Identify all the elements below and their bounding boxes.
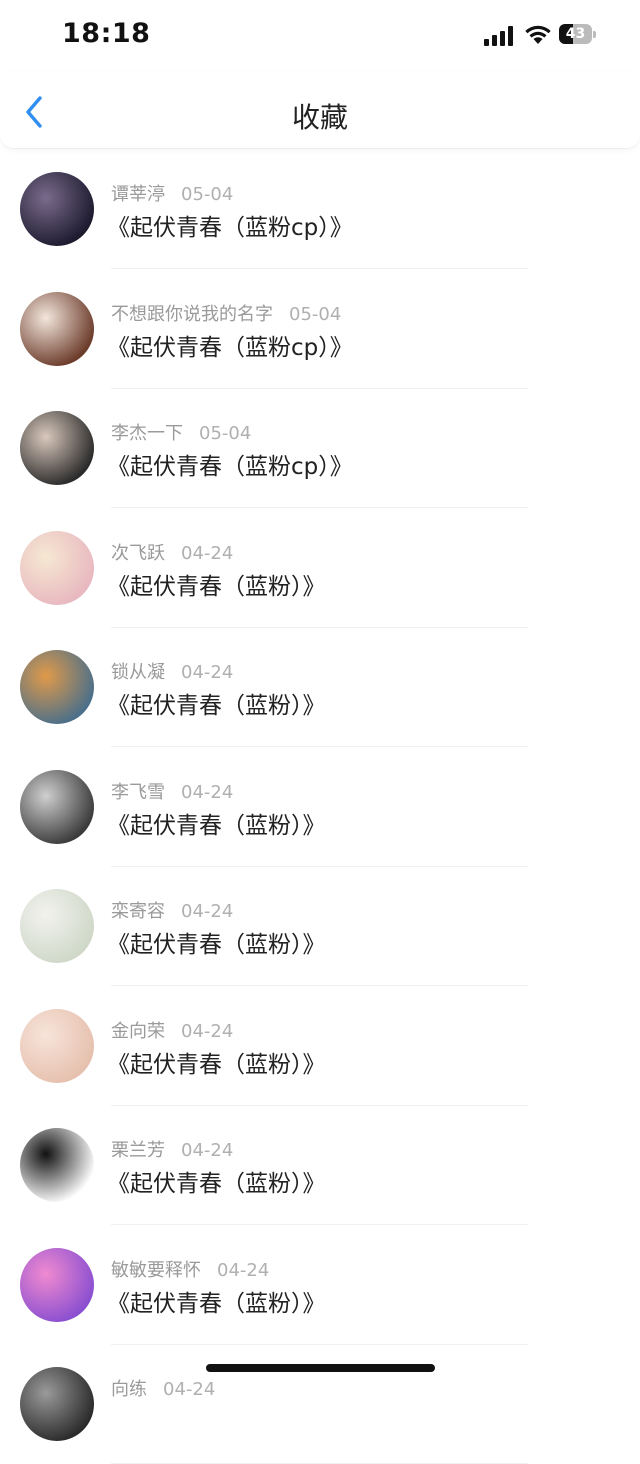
avatar-toast	[20, 650, 94, 724]
avatar-boy-photo	[20, 411, 94, 485]
divider	[111, 507, 528, 508]
item-date: 04-24	[163, 1379, 216, 1400]
user-name: 栾寄容	[111, 901, 165, 922]
work-title: 《起伏青春（蓝粉）》	[107, 813, 326, 839]
work-title: 《起伏青春（蓝粉）》	[107, 1052, 326, 1078]
user-name: 敏敏要释怀	[111, 1260, 201, 1281]
work-title: 《起伏青春（蓝粉cp）》	[107, 454, 353, 480]
work-title: 《起伏青春（蓝粉）》	[107, 1171, 326, 1197]
page-title: 收藏	[291, 101, 348, 134]
work-title: 《起伏青春（蓝粉）》	[107, 932, 326, 958]
list-item[interactable]: 不想跟你说我的名字 05-04 《起伏青春（蓝粉cp）》	[0, 270, 640, 389]
avatar-girl-face	[20, 1009, 94, 1083]
divider	[111, 1224, 528, 1225]
battery-percent: 43	[565, 26, 586, 42]
list-item[interactable]: 金向荣 04-24 《起伏青春（蓝粉）》	[0, 987, 640, 1106]
wifi-icon	[525, 25, 551, 44]
avatar-purple-cartoon	[20, 1248, 94, 1322]
cellular-signal-icon	[484, 26, 516, 46]
list-item[interactable]: 向练 04-24	[0, 1345, 640, 1464]
divider	[111, 985, 528, 986]
avatar-dark-photo	[20, 1367, 94, 1441]
divider	[111, 746, 528, 747]
user-name: 李飞雪	[111, 782, 165, 803]
item-meta: 谭莘渟 05-04	[111, 180, 233, 206]
user-name: 向练	[111, 1379, 147, 1400]
list-item[interactable]: 次飞跃 04-24 《起伏青春（蓝粉）》	[0, 509, 640, 628]
item-date: 04-24	[181, 1140, 234, 1161]
list-item[interactable]: 谭莘渟 05-04 《起伏青春（蓝粉cp）》	[0, 150, 640, 269]
avatar-bear-cartoon	[20, 292, 94, 366]
user-name: 栗兰芳	[111, 1140, 165, 1161]
avatar-anime-girl	[20, 531, 94, 605]
item-date: 04-24	[181, 782, 234, 803]
item-date: 05-04	[199, 423, 252, 444]
work-title: 《起伏青春（蓝粉cp）》	[107, 215, 353, 241]
user-name: 李杰一下	[111, 423, 183, 444]
list-item[interactable]: 锁从凝 04-24 《起伏青春（蓝粉）》	[0, 628, 640, 747]
user-name: 谭莘渟	[111, 184, 165, 205]
avatar-sketch-kids	[20, 1128, 94, 1202]
work-title: 《起伏青春（蓝粉）》	[107, 574, 326, 600]
nav-bar: 收藏	[0, 72, 640, 149]
divider	[111, 268, 528, 269]
avatar-faded-photo	[20, 889, 94, 963]
item-meta: 栗兰芳 04-24	[111, 1136, 233, 1162]
status-time: 18:18	[62, 18, 151, 49]
home-indicator	[206, 1364, 435, 1372]
battery-icon: 43	[559, 24, 597, 46]
user-name: 金向荣	[111, 1021, 165, 1042]
user-name: 次飞跃	[111, 543, 165, 564]
list-item[interactable]: 敏敏要释怀 04-24 《起伏青春（蓝粉）》	[0, 1226, 640, 1345]
item-date: 05-04	[181, 184, 234, 205]
work-title: 《起伏青春（蓝粉cp）》	[107, 335, 353, 361]
item-meta: 不想跟你说我的名字 05-04	[111, 300, 341, 326]
work-title: 《起伏青春（蓝粉）》	[107, 1291, 326, 1317]
list-item[interactable]: 李杰一下 05-04 《起伏青春（蓝粉cp）》	[0, 389, 640, 508]
list-item[interactable]: 栗兰芳 04-24 《起伏青春（蓝粉）》	[0, 1106, 640, 1225]
item-meta: 敏敏要释怀 04-24	[111, 1256, 269, 1282]
user-name: 锁从凝	[111, 662, 165, 683]
avatar-bw-photo	[20, 770, 94, 844]
item-meta: 栾寄容 04-24	[111, 897, 233, 923]
item-date: 04-24	[181, 543, 234, 564]
item-meta: 向练 04-24	[111, 1375, 215, 1401]
list-item[interactable]: 栾寄容 04-24 《起伏青春（蓝粉）》	[0, 867, 640, 986]
avatar-dark-hair-girl	[20, 172, 94, 246]
item-date: 04-24	[217, 1260, 270, 1281]
item-meta: 锁从凝 04-24	[111, 658, 233, 684]
item-date: 05-04	[289, 304, 342, 325]
user-name: 不想跟你说我的名字	[111, 304, 273, 325]
item-meta: 金向荣 04-24	[111, 1017, 233, 1043]
item-meta: 李飞雪 04-24	[111, 778, 233, 804]
item-date: 04-24	[181, 662, 234, 683]
list-item[interactable]: 李飞雪 04-24 《起伏青春（蓝粉）》	[0, 748, 640, 867]
item-meta: 次飞跃 04-24	[111, 539, 233, 565]
item-date: 04-24	[181, 901, 234, 922]
work-title: 《起伏青春（蓝粉）》	[107, 693, 326, 719]
item-date: 04-24	[181, 1021, 234, 1042]
status-bar: 18:18 43	[0, 0, 640, 72]
item-meta: 李杰一下 05-04	[111, 419, 251, 445]
